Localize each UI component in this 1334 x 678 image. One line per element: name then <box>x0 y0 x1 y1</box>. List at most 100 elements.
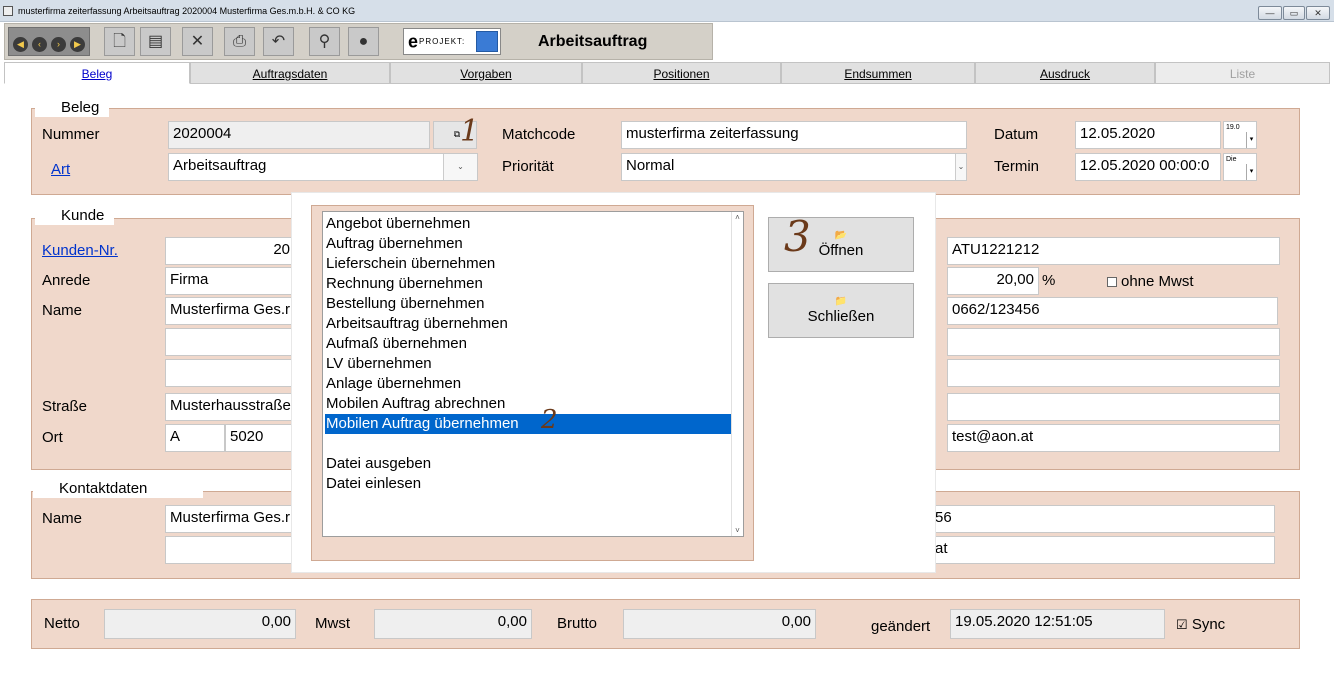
netto-label: Netto <box>44 615 80 632</box>
name-field[interactable]: Musterfirma Ges.r <box>165 297 295 325</box>
tab-ausdruck[interactable]: Ausdruck <box>975 62 1155 84</box>
list-item[interactable]: Auftrag übernehmen <box>325 234 731 254</box>
edit-card-icon[interactable]: ▤ <box>140 27 171 56</box>
list-item[interactable]: Lieferschein übernehmen <box>325 254 731 274</box>
new-document-icon[interactable]: 🗋 <box>104 27 135 56</box>
anrede-field[interactable]: Firma <box>165 267 295 295</box>
tab-vorgaben[interactable]: Vorgaben <box>390 62 582 84</box>
maximize-button[interactable]: ▭ <box>1283 6 1305 20</box>
delete-icon[interactable]: ✕ <box>182 27 213 56</box>
kunde-legend: Kunde <box>35 207 115 225</box>
first-record-icon[interactable]: ◀ <box>13 37 28 52</box>
ort-label: Ort <box>42 429 63 446</box>
web-field[interactable] <box>947 393 1280 421</box>
list-item[interactable]: Angebot übernehmen <box>325 214 731 234</box>
list-scrollbar[interactable]: ˄ ˅ <box>731 212 743 536</box>
window-title: musterfirma zeiterfassung Arbeitsauftrag… <box>18 6 356 16</box>
list-item-selected[interactable]: Mobilen Auftrag übernehmen <box>325 414 731 434</box>
plz-field[interactable]: 5020 <box>225 424 295 452</box>
tab-positionen[interactable]: Positionen <box>582 62 781 84</box>
brutto-label: Brutto <box>557 615 598 632</box>
termin-label: Termin <box>994 158 1040 175</box>
folder-close-icon: 📁 <box>834 296 848 307</box>
annotation-one: 1 <box>460 114 480 149</box>
kontakt-name-label: Name <box>42 510 83 527</box>
search-key-icon[interactable]: ⚲ <box>309 27 340 56</box>
close-button[interactable]: 📁 Schließen <box>768 283 914 338</box>
anrede-label: Anrede <box>42 272 91 289</box>
chevron-down-icon[interactable]: ˅ <box>732 526 743 535</box>
apple-sync-icon[interactable]: ● <box>348 27 379 56</box>
kontakt-telefon-field[interactable]: 56 <box>930 505 1275 533</box>
list-item[interactable]: Anlage übernehmen <box>325 374 731 394</box>
mwst-field: 0,00 <box>374 609 532 639</box>
list-item[interactable]: Aufmaß übernehmen <box>325 334 731 354</box>
tab-endsummen[interactable]: Endsummen <box>781 62 975 84</box>
art-link[interactable]: Art <box>51 161 70 179</box>
termin-field[interactable]: 12.05.2020 00:00:0 <box>1075 153 1221 181</box>
list-item[interactable]: LV übernehmen <box>325 354 731 374</box>
tab-auftragsdaten[interactable]: Auftragsdaten <box>190 62 390 84</box>
email-field[interactable]: test@aon.at <box>947 424 1280 452</box>
telefon-field[interactable]: 0662/123456 <box>947 297 1278 325</box>
chevron-up-icon[interactable]: ˄ <box>732 213 743 222</box>
name3-field[interactable] <box>165 359 295 387</box>
chevron-down-icon[interactable]: ▾ <box>1246 132 1256 148</box>
next-record-icon[interactable]: › <box>51 37 66 52</box>
close-window-button[interactable]: ✕ <box>1306 6 1330 20</box>
mobil-field[interactable] <box>947 359 1280 387</box>
last-record-icon[interactable]: ▶ <box>70 37 85 52</box>
eprojekt-logo-icon <box>476 31 498 52</box>
chevron-down-icon[interactable]: ⌄ <box>443 154 477 180</box>
land-field[interactable]: A <box>165 424 225 452</box>
beleg-legend: Beleg <box>35 99 110 117</box>
checkbox-icon[interactable] <box>1107 277 1117 288</box>
strasse-field[interactable]: Musterhausstraße <box>165 393 295 421</box>
chevron-down-icon[interactable]: ▾ <box>1246 164 1256 180</box>
ohne-mwst-checkbox[interactable]: ohne Mwst <box>1107 273 1194 291</box>
kontakt-name-field[interactable]: Musterfirma Ges.r <box>165 505 295 533</box>
nummer-field[interactable]: 2020004 <box>168 121 430 149</box>
import-listbox[interactable]: Angebot übernehmen Auftrag übernehmen Li… <box>322 211 744 537</box>
minimize-button[interactable]: — <box>1258 6 1282 20</box>
matchcode-field[interactable]: musterfirma zeiterfassung <box>621 121 967 149</box>
tab-liste: Liste <box>1155 62 1330 84</box>
art-select[interactable]: Arbeitsauftrag ⌄ <box>168 153 478 181</box>
datum-picker[interactable]: 19.0 ▾ <box>1223 121 1257 149</box>
geaendert-field: 19.05.2020 12:51:05 <box>950 609 1165 639</box>
list-item[interactable]: Datei ausgeben <box>325 454 731 474</box>
undo-icon[interactable]: ↶ <box>263 27 294 56</box>
uid-field[interactable]: ATU1221212 <box>947 237 1280 265</box>
list-item[interactable]: Rechnung übernehmen <box>325 274 731 294</box>
kontakt-email-field[interactable]: at <box>930 536 1275 564</box>
datum-field[interactable]: 12.05.2020 <box>1075 121 1221 149</box>
mwst-percent-field[interactable]: 20,00 <box>947 267 1039 295</box>
list-item[interactable]: Mobilen Auftrag abrechnen <box>325 394 731 414</box>
print-stamp-icon[interactable]: ⎙ <box>224 27 255 56</box>
checkbox-checked-icon[interactable]: ☑ <box>1176 617 1188 632</box>
page-title: Arbeitsauftrag <box>538 33 648 50</box>
name-label: Name <box>42 302 83 319</box>
kundennr-field[interactable]: 20 <box>165 237 295 265</box>
list-item[interactable]: Arbeitsauftrag übernehmen <box>325 314 731 334</box>
annotation-two: 2 <box>541 405 558 435</box>
list-item[interactable]: Bestellung übernehmen <box>325 294 731 314</box>
termin-picker[interactable]: Die ▾ <box>1223 153 1257 181</box>
list-item[interactable] <box>325 434 731 454</box>
prioritaet-select[interactable]: Normal ⌄ <box>621 153 967 181</box>
mwst-label: Mwst <box>315 615 350 632</box>
tab-beleg[interactable]: Beleg <box>4 62 190 84</box>
strasse-label: Straße <box>42 398 88 415</box>
list-item[interactable]: Datei einlesen <box>325 474 731 494</box>
percent-label: % <box>1042 272 1056 289</box>
window-titlebar: musterfirma zeiterfassung Arbeitsauftrag… <box>0 0 1334 22</box>
brutto-field: 0,00 <box>623 609 816 639</box>
name2-field[interactable] <box>165 328 295 356</box>
kontakt-name2-field[interactable] <box>165 536 295 564</box>
chevron-down-icon[interactable]: ⌄ <box>955 154 966 180</box>
sync-checkbox[interactable]: ☑ Sync <box>1176 616 1225 634</box>
tab-bar: Beleg Auftragsdaten Vorgaben Positionen … <box>4 62 1330 84</box>
fax-field[interactable] <box>947 328 1280 356</box>
previous-record-icon[interactable]: ‹ <box>32 37 47 52</box>
kundennr-link[interactable]: Kunden-Nr. <box>42 242 118 260</box>
